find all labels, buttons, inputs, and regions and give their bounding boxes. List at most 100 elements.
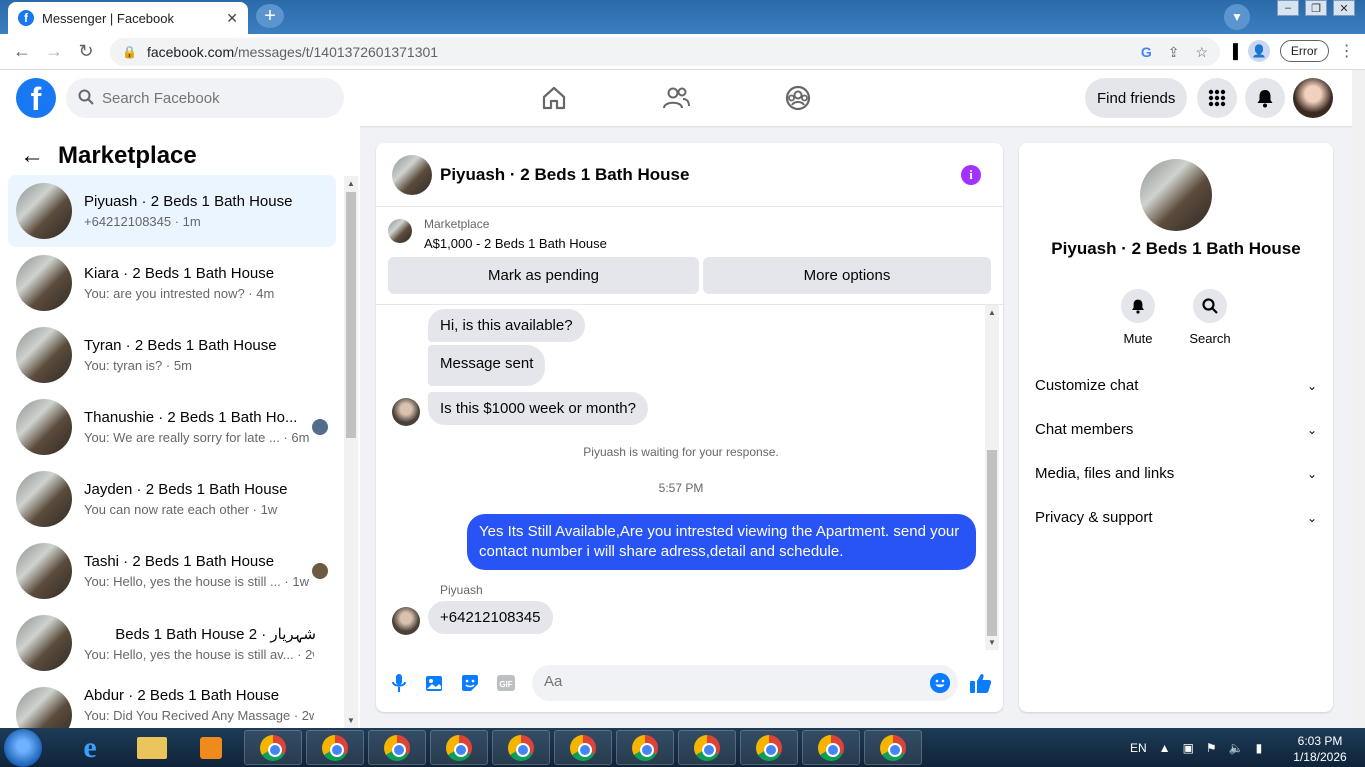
conversation-preview: You: Hello, yes the house is still ... ·…: [84, 574, 309, 589]
bookmark-star-icon[interactable]: ☆: [1195, 44, 1208, 61]
info-icon[interactable]: i: [961, 165, 981, 185]
notifications-bell-icon[interactable]: [1245, 78, 1285, 118]
groups-icon[interactable]: [784, 84, 812, 117]
page-scrollbar[interactable]: [1352, 70, 1365, 728]
mute-button[interactable]: Mute: [1108, 289, 1168, 346]
search-in-chat-button[interactable]: Search: [1180, 289, 1240, 346]
chrome-taskbar-icon[interactable]: [864, 730, 922, 765]
close-window-icon[interactable]: ✕: [1333, 0, 1355, 16]
minimize-icon[interactable]: –: [1277, 0, 1299, 16]
scroll-up-arrow-icon[interactable]: ▲: [988, 308, 996, 317]
emoji-icon[interactable]: [930, 673, 950, 693]
media-files-links-item[interactable]: Media, files and links ⌄: [1035, 465, 1317, 482]
chrome-taskbar-icon[interactable]: [306, 730, 364, 765]
browser-tab[interactable]: f Messenger | Facebook ✕: [8, 2, 248, 34]
conversation-item[interactable]: Thanushie · 2 Beds 1 Bath Ho... You: We a…: [8, 391, 336, 463]
conversation-list: Piyuash · 2 Beds 1 Bath House +6421210834…: [8, 175, 336, 735]
chrome-taskbar-icon[interactable]: [616, 730, 674, 765]
search-box[interactable]: [66, 78, 344, 118]
chrome-taskbar-icon[interactable]: [740, 730, 798, 765]
incoming-message: Message sent: [428, 345, 546, 386]
chrome-taskbar-icon[interactable]: [492, 730, 550, 765]
photo-attach-icon[interactable]: [423, 672, 445, 694]
conversation-item[interactable]: Jayden · 2 Beds 1 Bath House You can now …: [8, 463, 336, 535]
back-arrow-icon[interactable]: ←: [6, 41, 38, 62]
flag-icon[interactable]: ⚑: [1206, 741, 1217, 755]
account-avatar[interactable]: [1293, 78, 1333, 118]
listing-price[interactable]: A$1,000 - 2 Beds 1 Bath House: [424, 236, 607, 251]
home-icon[interactable]: [540, 84, 568, 117]
chat-title[interactable]: Piyuash · 2 Beds 1 Bath House: [440, 165, 689, 185]
profile-avatar[interactable]: [1140, 159, 1212, 231]
chat-members-item[interactable]: Chat members ⌄: [1035, 421, 1317, 438]
conversation-name: Kiara · 2 Beds 1 Bath House: [84, 265, 275, 282]
menu-grid-icon[interactable]: [1197, 78, 1237, 118]
address-bar[interactable]: 🔒 facebook.com/messages/t/14013726013713…: [110, 38, 1220, 66]
start-button-icon[interactable]: [4, 729, 42, 767]
gif-icon[interactable]: GIF: [495, 672, 517, 694]
conversation-item[interactable]: Tyran · 2 Beds 1 Bath House You: tyran is…: [8, 319, 336, 391]
sticker-icon[interactable]: [459, 672, 481, 694]
microphone-icon[interactable]: [388, 672, 410, 694]
conversation-item[interactable]: Abdur · 2 Beds 1 Bath House You: Did You …: [8, 679, 336, 735]
device-icon[interactable]: ▣: [1183, 741, 1194, 755]
chrome-taskbar-icon[interactable]: [554, 730, 612, 765]
network-icon[interactable]: ▮: [1256, 741, 1263, 755]
conversation-item[interactable]: Tashi · 2 Beds 1 Bath House You: Hello, y…: [8, 535, 336, 607]
internet-explorer-icon[interactable]: e: [62, 730, 118, 765]
tab-search-chevron-icon[interactable]: ▼: [1224, 4, 1250, 30]
item-label: Privacy & support: [1035, 509, 1153, 526]
new-tab-button[interactable]: +: [256, 4, 284, 28]
forward-arrow-icon[interactable]: →: [38, 41, 70, 62]
conversation-item[interactable]: شہریار · 2 Beds 1 Bath House You: Hello, …: [8, 607, 336, 679]
file-explorer-icon[interactable]: [124, 730, 180, 765]
chat-window: Piyuash · 2 Beds 1 Bath House i Marketpl…: [376, 143, 1003, 712]
scroll-up-arrow-icon[interactable]: ▲: [347, 179, 355, 188]
error-button[interactable]: Error: [1279, 40, 1329, 62]
chrome-taskbar-icon[interactable]: [244, 730, 302, 765]
lock-icon[interactable]: 🔒: [122, 45, 137, 59]
mark-as-pending-button[interactable]: Mark as pending: [388, 257, 699, 294]
message-thread: Hi, is this available? Message sent Is t…: [376, 305, 1003, 653]
message-input[interactable]: [544, 673, 914, 690]
clock-time: 6:03 PM: [1297, 734, 1343, 748]
chrome-taskbar-icon[interactable]: [430, 730, 488, 765]
language-indicator[interactable]: EN: [1130, 741, 1147, 755]
thumbs-up-icon[interactable]: [969, 672, 992, 694]
maximize-icon[interactable]: ❐: [1305, 0, 1327, 16]
show-hidden-icons-icon[interactable]: ▲: [1159, 741, 1171, 755]
media-player-icon[interactable]: [186, 730, 236, 765]
tab-close-icon[interactable]: ✕: [226, 10, 238, 27]
conversation-list-scrollbar[interactable]: ▲ ▼: [344, 176, 358, 728]
search-input[interactable]: [102, 89, 322, 107]
menu-dots-icon[interactable]: ⋮: [1339, 41, 1355, 61]
bell-icon: [1121, 289, 1155, 323]
customize-chat-item[interactable]: Customize chat ⌄: [1035, 377, 1317, 394]
scroll-down-arrow-icon[interactable]: ▼: [347, 716, 355, 725]
scrollbar-thumb[interactable]: [346, 192, 356, 438]
listing-thumbnail: [388, 219, 412, 243]
back-arrow-icon[interactable]: ←: [20, 142, 44, 170]
chrome-taskbar-icon[interactable]: [368, 730, 426, 765]
chat-avatar[interactable]: [392, 154, 432, 195]
friends-icon[interactable]: [662, 84, 690, 117]
scroll-down-arrow-icon[interactable]: ▼: [988, 638, 996, 647]
chrome-taskbar-icon[interactable]: [802, 730, 860, 765]
facebook-logo-icon[interactable]: f: [16, 78, 56, 118]
find-friends-button[interactable]: Find friends: [1085, 78, 1188, 118]
google-icon[interactable]: G: [1141, 44, 1152, 61]
conversation-item[interactable]: Kiara · 2 Beds 1 Bath House You: are you …: [8, 247, 336, 319]
chat-scrollbar[interactable]: ▲ ▼: [985, 305, 999, 650]
profile-icon[interactable]: 👤: [1247, 40, 1270, 62]
chrome-taskbar-icon[interactable]: [678, 730, 736, 765]
share-icon[interactable]: ⇪: [1168, 44, 1180, 61]
side-panel-icon[interactable]: ▐: [1228, 43, 1238, 59]
scrollbar-thumb[interactable]: [987, 450, 997, 636]
conversation-item[interactable]: Piyuash · 2 Beds 1 Bath House +6421210834…: [8, 175, 336, 247]
privacy-support-item[interactable]: Privacy & support ⌄: [1035, 509, 1317, 526]
conversation-preview: You can now rate each other · 1w: [84, 502, 278, 517]
system-clock[interactable]: 6:03 PM 1/18/2026: [1290, 733, 1350, 765]
more-options-button[interactable]: More options: [703, 257, 991, 294]
reload-icon[interactable]: ↻: [70, 41, 102, 62]
volume-icon[interactable]: 🔈: [1229, 741, 1244, 755]
